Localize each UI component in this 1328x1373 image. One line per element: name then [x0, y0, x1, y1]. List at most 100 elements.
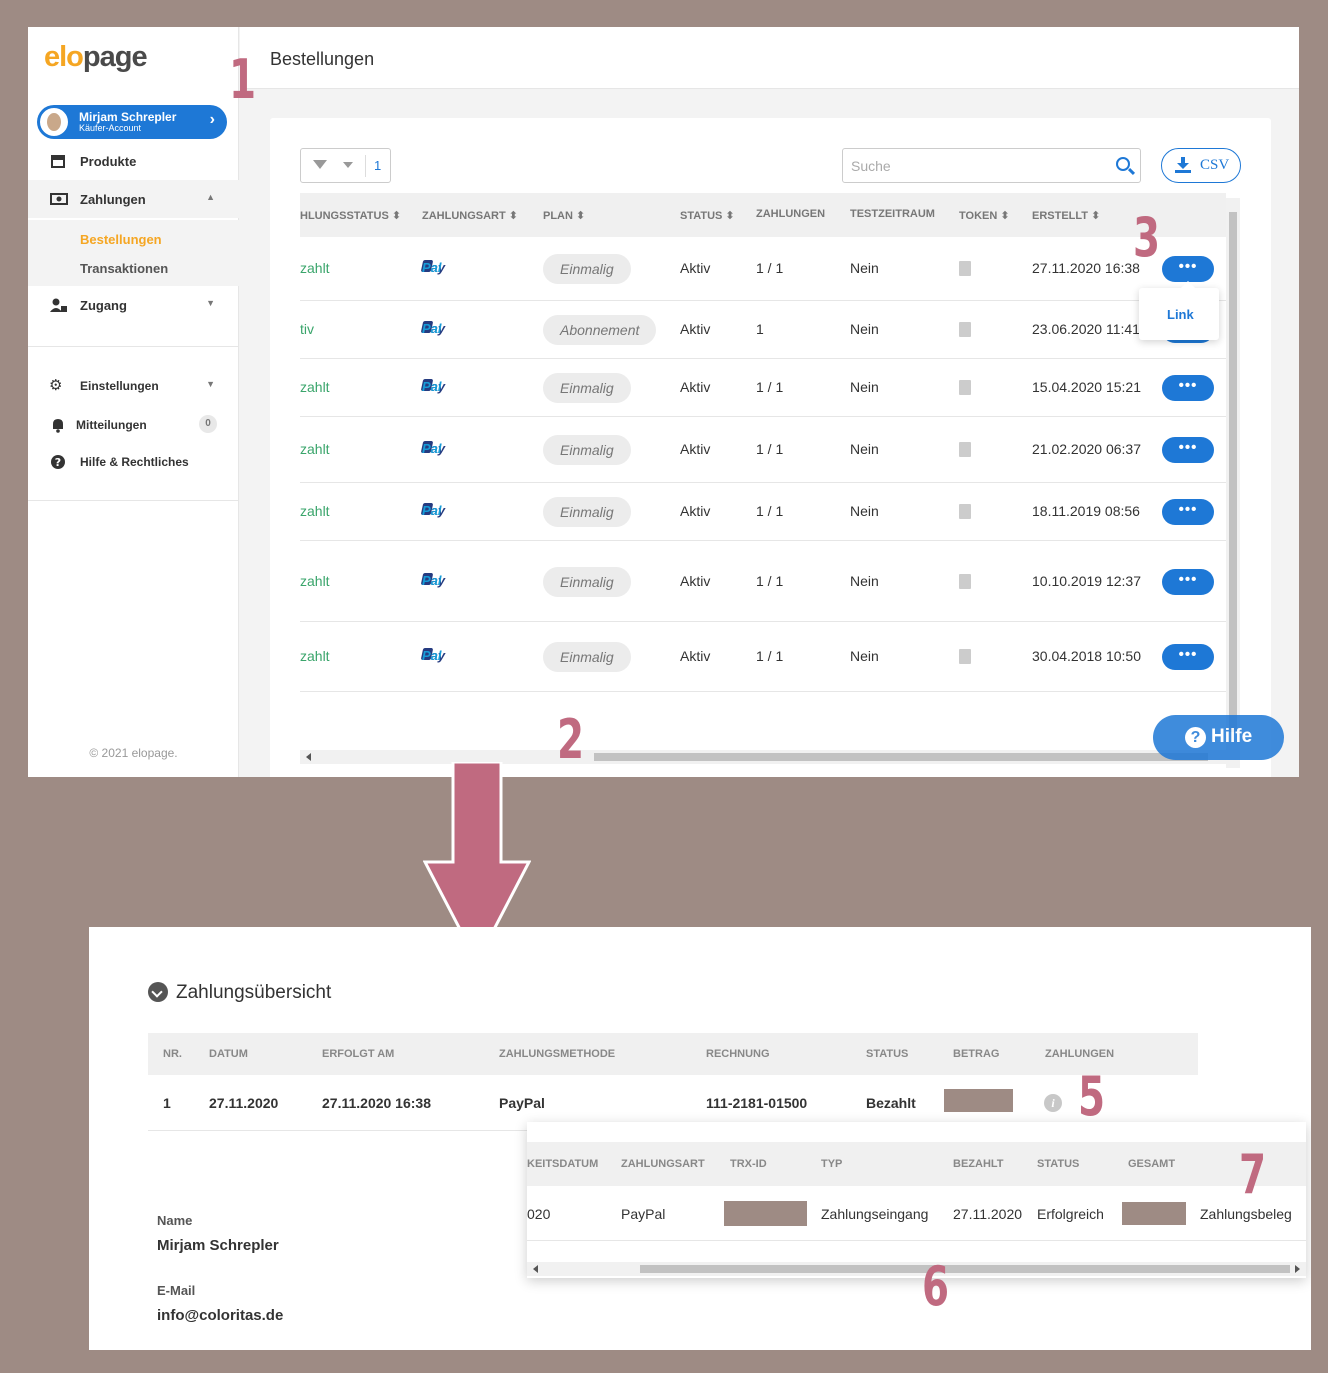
sidebar-item-mitteilungen[interactable]: Mitteilungen 0	[28, 406, 239, 444]
sidebar-item-label: Hilfe & Rechtliches	[80, 455, 189, 469]
money-icon	[50, 193, 68, 205]
cell-zahlungen: 1 / 1	[756, 503, 784, 519]
email-label: E-Mail	[157, 1283, 196, 1298]
scrollbar-thumb[interactable]	[640, 1265, 1290, 1273]
document-icon[interactable]	[959, 322, 971, 337]
name-value: Mirjam Schrepler	[157, 1237, 279, 1254]
sidebar-subitem-bestellungen[interactable]: Bestellungen	[80, 232, 162, 247]
cell-zahlungen: 1 / 1	[756, 441, 784, 457]
page-header: Bestellungen	[240, 27, 1299, 89]
sidebar-item-label: Zugang	[80, 298, 127, 313]
caret-down-icon	[343, 162, 353, 168]
table-row: zahlt Pay Pal Einmalig Aktiv 1 / 1 Nein 30.04.2…	[300, 622, 1226, 692]
email-value: info@coloritas.de	[157, 1307, 284, 1324]
row-actions-button[interactable]: •••	[1162, 375, 1214, 401]
divider	[28, 500, 239, 501]
csv-export-button[interactable]: CSV	[1161, 148, 1241, 183]
sidebar-subitem-transaktionen[interactable]: Transaktionen	[80, 261, 168, 276]
row-actions-button[interactable]: •••	[1162, 499, 1214, 525]
sidebar-item-zahlungen[interactable]: Zahlungen ▲	[28, 180, 239, 218]
col-nr: NR.	[163, 1048, 182, 1060]
col-trx-id: TRX-ID	[730, 1158, 767, 1170]
search-input[interactable]	[851, 156, 1101, 176]
redacted-trx-id	[724, 1201, 807, 1226]
document-icon[interactable]	[959, 380, 971, 395]
question-icon: ?	[1185, 727, 1206, 748]
section-title[interactable]: Zahlungsübersicht	[176, 982, 331, 1004]
plan-badge: Einmalig	[543, 497, 631, 527]
document-icon[interactable]	[959, 261, 971, 276]
link-menu-item[interactable]: Link	[1167, 307, 1194, 322]
row-actions-button[interactable]: •••	[1162, 644, 1214, 670]
sidebar-item-label: Produkte	[80, 154, 137, 169]
user-account-button[interactable]: Mirjam Schrepler Käufer-Account ›	[37, 105, 227, 139]
col-zahlungsstatus[interactable]: HLUNGSSTATUS ⬍	[300, 209, 401, 222]
row-action-popup: Link	[1139, 281, 1219, 340]
cell-status: Aktiv	[680, 260, 711, 276]
document-icon[interactable]	[959, 649, 971, 664]
page-title: Bestellungen	[270, 49, 375, 69]
filter-icon	[313, 160, 327, 169]
plan-badge: Einmalig	[543, 642, 631, 672]
col-token[interactable]: TOKEN ⬍	[959, 209, 1010, 222]
name-label: Name	[157, 1213, 193, 1228]
scroll-right-icon[interactable]	[1295, 1265, 1300, 1273]
scrollbar-thumb[interactable]	[1229, 212, 1237, 732]
row-actions-button[interactable]: •••	[1162, 256, 1214, 282]
table-row: 020 PayPal Zahlungseingang 27.11.2020 Er…	[527, 1186, 1306, 1241]
question-icon: ?	[51, 455, 65, 469]
sidebar-item-hilfe[interactable]: ? Hilfe & Rechtliches	[28, 443, 239, 481]
col-status[interactable]: STATUS ⬍	[680, 209, 735, 222]
avatar	[40, 108, 68, 136]
cell-zahlungsmethode: PayPal	[499, 1095, 545, 1111]
chevron-down-circle-icon[interactable]	[148, 982, 168, 1002]
filter-button[interactable]: 1	[300, 148, 391, 183]
document-icon[interactable]	[959, 442, 971, 457]
cell-rechnung[interactable]: 111-2181-01500	[706, 1095, 807, 1111]
search-icon[interactable]	[1116, 157, 1130, 171]
col-erstellt[interactable]: ERSTELLT ⬍	[1032, 209, 1100, 222]
cell-zahlungen: 1 / 1	[756, 648, 784, 664]
horizontal-scrollbar[interactable]	[527, 1262, 1306, 1276]
col-datum: DATUM	[209, 1048, 248, 1060]
plan-badge: Einmalig	[543, 435, 631, 465]
step-marker-2: 2	[557, 708, 585, 771]
download-icon	[1175, 157, 1191, 173]
orders-card: 1 CSV HLUNGSSTATUS ⬍ ZAHLUNGSART ⬍ PLAN …	[270, 118, 1271, 777]
elopage-logo[interactable]: elopage	[44, 41, 148, 74]
col-faelligkeitsdatum: KEITSDATUM	[527, 1158, 599, 1170]
sidebar-item-label: Mitteilungen	[76, 418, 147, 432]
col-testzeitraum: TESTZEITRAUM	[850, 208, 935, 220]
scrollbar-thumb[interactable]	[594, 753, 1208, 761]
row-actions-button[interactable]: •••	[1162, 569, 1214, 595]
document-icon[interactable]	[959, 574, 971, 589]
store-icon	[51, 155, 65, 168]
sidebar-item-zugang[interactable]: Zugang ▼	[28, 286, 239, 324]
receipt-link[interactable]: Zahlungsbeleg	[1200, 1206, 1292, 1222]
cell-erstellt: 18.11.2019 08:56	[1032, 503, 1140, 519]
cell-zahlungsstatus: zahlt	[300, 441, 330, 457]
help-button[interactable]: ? Hilfe	[1153, 715, 1284, 760]
row-actions-button[interactable]: •••	[1162, 437, 1214, 463]
col-zahlungen: ZAHLUNGEN	[756, 208, 826, 220]
chevron-right-icon: ›	[209, 111, 215, 128]
cell-erfolgt-am: 27.11.2020 16:38	[322, 1095, 431, 1111]
scroll-left-icon[interactable]	[306, 753, 311, 761]
sidebar-item-einstellungen[interactable]: ⚙ Einstellungen ▼	[28, 367, 239, 405]
scroll-left-icon[interactable]	[533, 1265, 538, 1273]
cell-status: Aktiv	[680, 648, 711, 664]
col-zahlungsart[interactable]: ZAHLUNGSART ⬍	[422, 209, 518, 222]
col-plan[interactable]: PLAN ⬍	[543, 209, 585, 222]
vertical-scrollbar[interactable]	[1226, 198, 1240, 768]
cell-testzeitraum: Nein	[850, 321, 879, 337]
sidebar-item-produkte[interactable]: Produkte	[28, 142, 239, 180]
cell-erstellt: 21.02.2020 06:37	[1032, 441, 1141, 457]
cell-erstellt: 10.10.2019 12:37	[1032, 573, 1141, 589]
cell-zahlungen: 1 / 1	[756, 379, 784, 395]
sidebar-item-label: Einstellungen	[80, 379, 159, 393]
document-icon[interactable]	[959, 504, 971, 519]
col-rechnung: RECHNUNG	[706, 1048, 770, 1060]
cell-testzeitraum: Nein	[850, 503, 879, 519]
info-icon[interactable]: i	[1044, 1094, 1062, 1112]
cell-zahlungen: 1 / 1	[756, 260, 784, 276]
